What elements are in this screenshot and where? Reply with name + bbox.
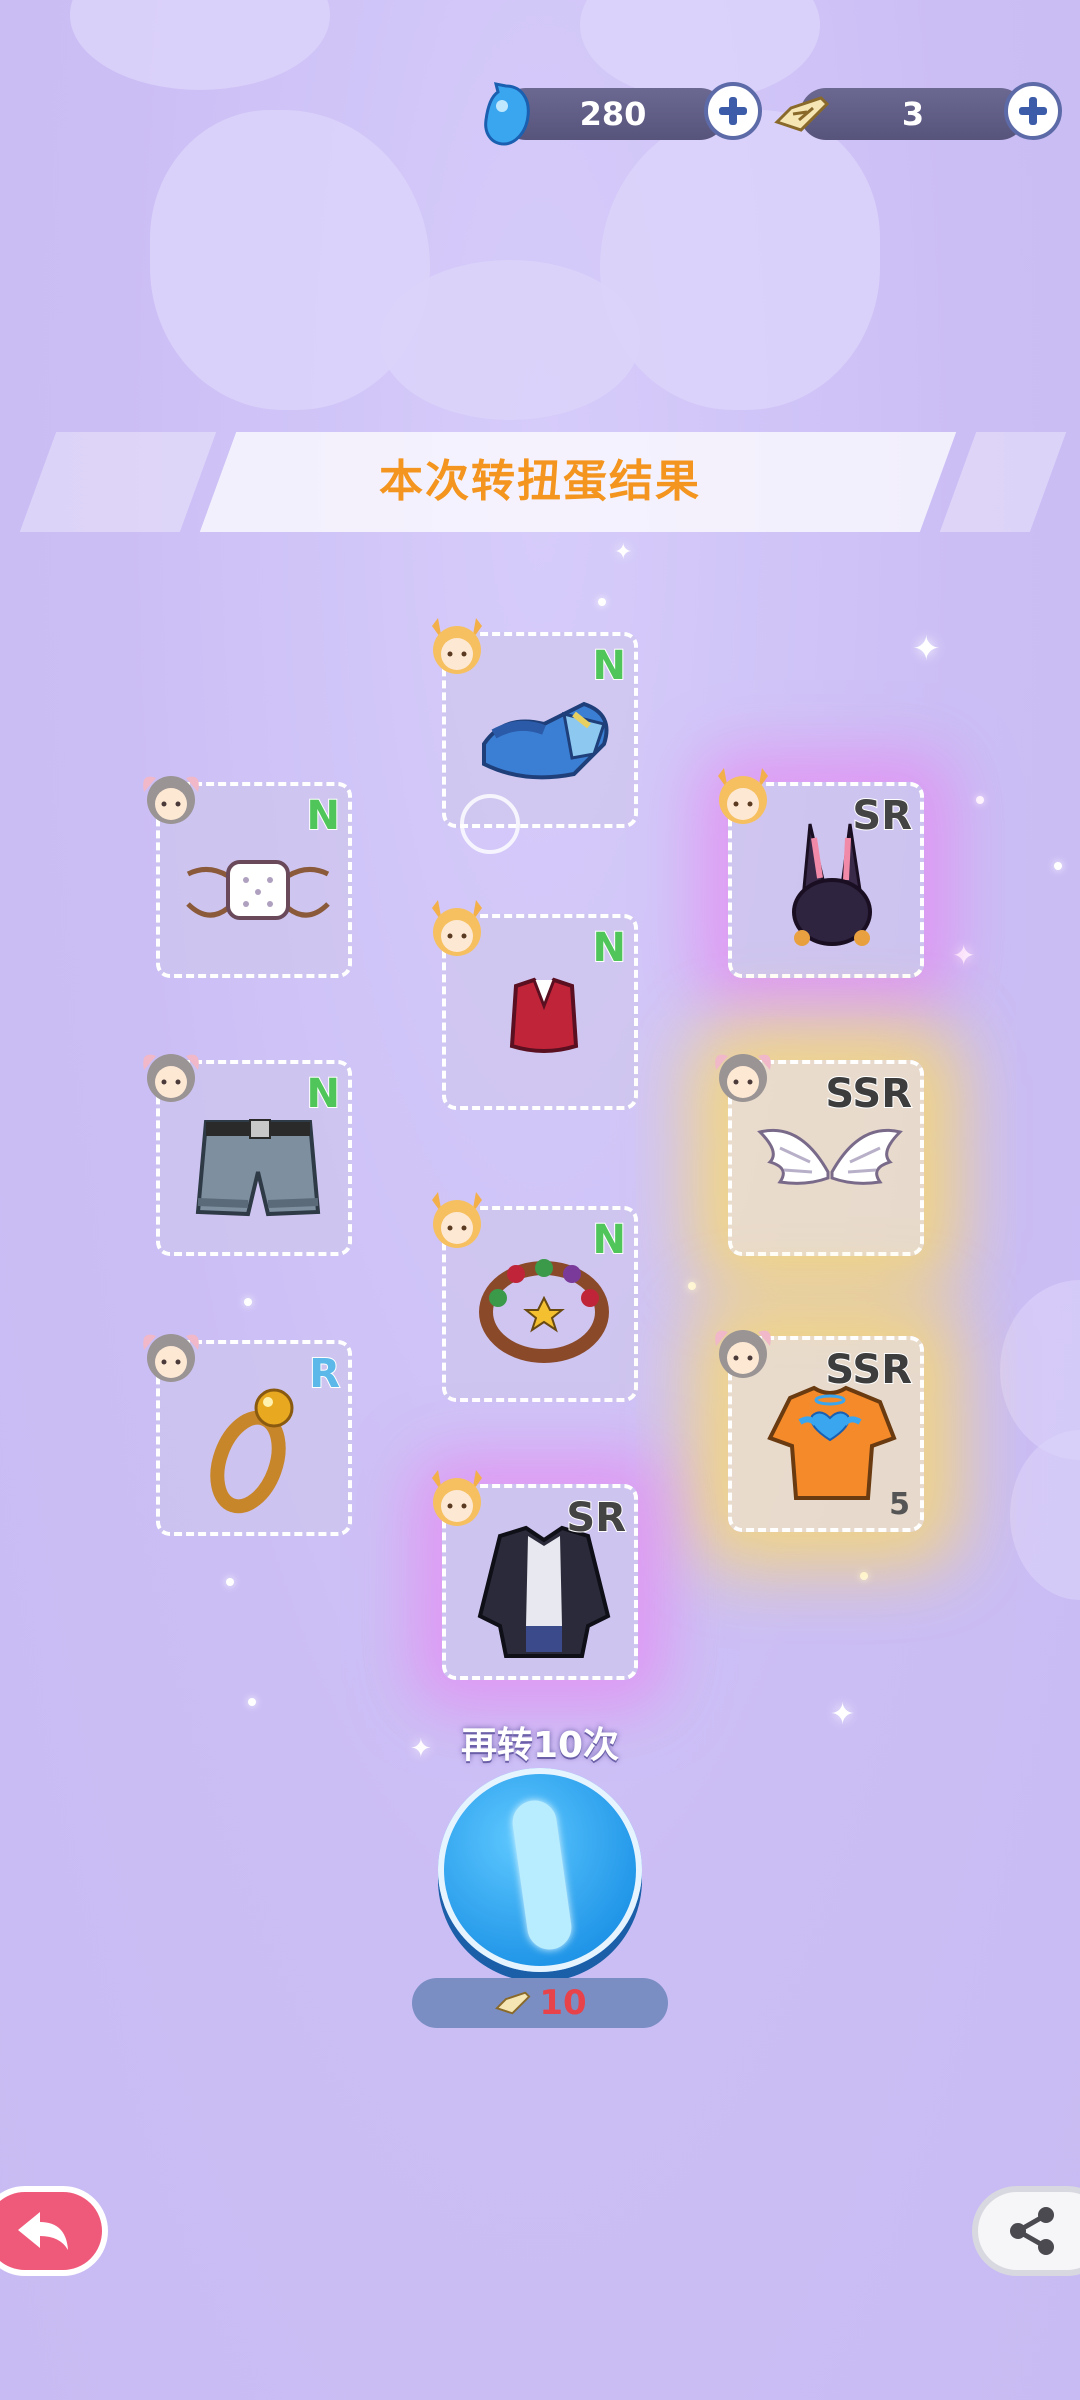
- banner-title: 本次转扭蛋结果: [379, 456, 701, 507]
- blonde-cat-avatar: [424, 894, 490, 960]
- add-gems-button[interactable]: [704, 82, 762, 140]
- rarity-label: N: [592, 1217, 628, 1263]
- gem-count: 280: [579, 95, 647, 133]
- ticket-count: 3: [901, 95, 925, 133]
- back-arrow-icon: [18, 2212, 68, 2250]
- rarity-label: R: [308, 1351, 341, 1397]
- spin-again-label: 再转10次: [460, 1725, 620, 1766]
- share-icon: [1010, 2207, 1054, 2255]
- fishbone-ticket-icon: [770, 88, 834, 140]
- rarity-label: SR: [565, 1495, 627, 1541]
- blonde-cat-avatar: [424, 1186, 490, 1252]
- gray-bunny-avatar: [710, 1040, 776, 1106]
- rarity-label: N: [592, 643, 628, 689]
- rarity-label: N: [306, 1071, 342, 1117]
- rarity-label: SSR: [824, 1071, 913, 1117]
- rarity-label: N: [592, 925, 628, 971]
- blonde-cat-avatar: [710, 762, 776, 828]
- rarity-label: SSR: [824, 1347, 913, 1393]
- gray-bunny-avatar: [138, 762, 204, 828]
- spin-cost: 10: [412, 1978, 668, 2028]
- gray-bunny-avatar: [138, 1320, 204, 1386]
- item-count: 5: [889, 1487, 910, 1522]
- add-tickets-button[interactable]: [1004, 82, 1062, 140]
- plus-icon: [719, 97, 747, 125]
- blue-gem-icon: [476, 80, 536, 150]
- tap-indicator: [460, 794, 520, 854]
- gray-bunny-avatar: [138, 1040, 204, 1106]
- rarity-label: N: [306, 793, 342, 839]
- back-button[interactable]: [0, 2186, 108, 2276]
- blonde-cat-avatar: [424, 612, 490, 678]
- spin-cost-value: 10: [539, 1983, 587, 2023]
- gray-bunny-avatar: [710, 1316, 776, 1382]
- fishbone-ticket-icon: [495, 1991, 531, 2015]
- plus-icon: [1019, 97, 1047, 125]
- blonde-cat-avatar: [424, 1464, 490, 1530]
- share-button[interactable]: [972, 2186, 1080, 2276]
- rarity-label: SR: [851, 793, 913, 839]
